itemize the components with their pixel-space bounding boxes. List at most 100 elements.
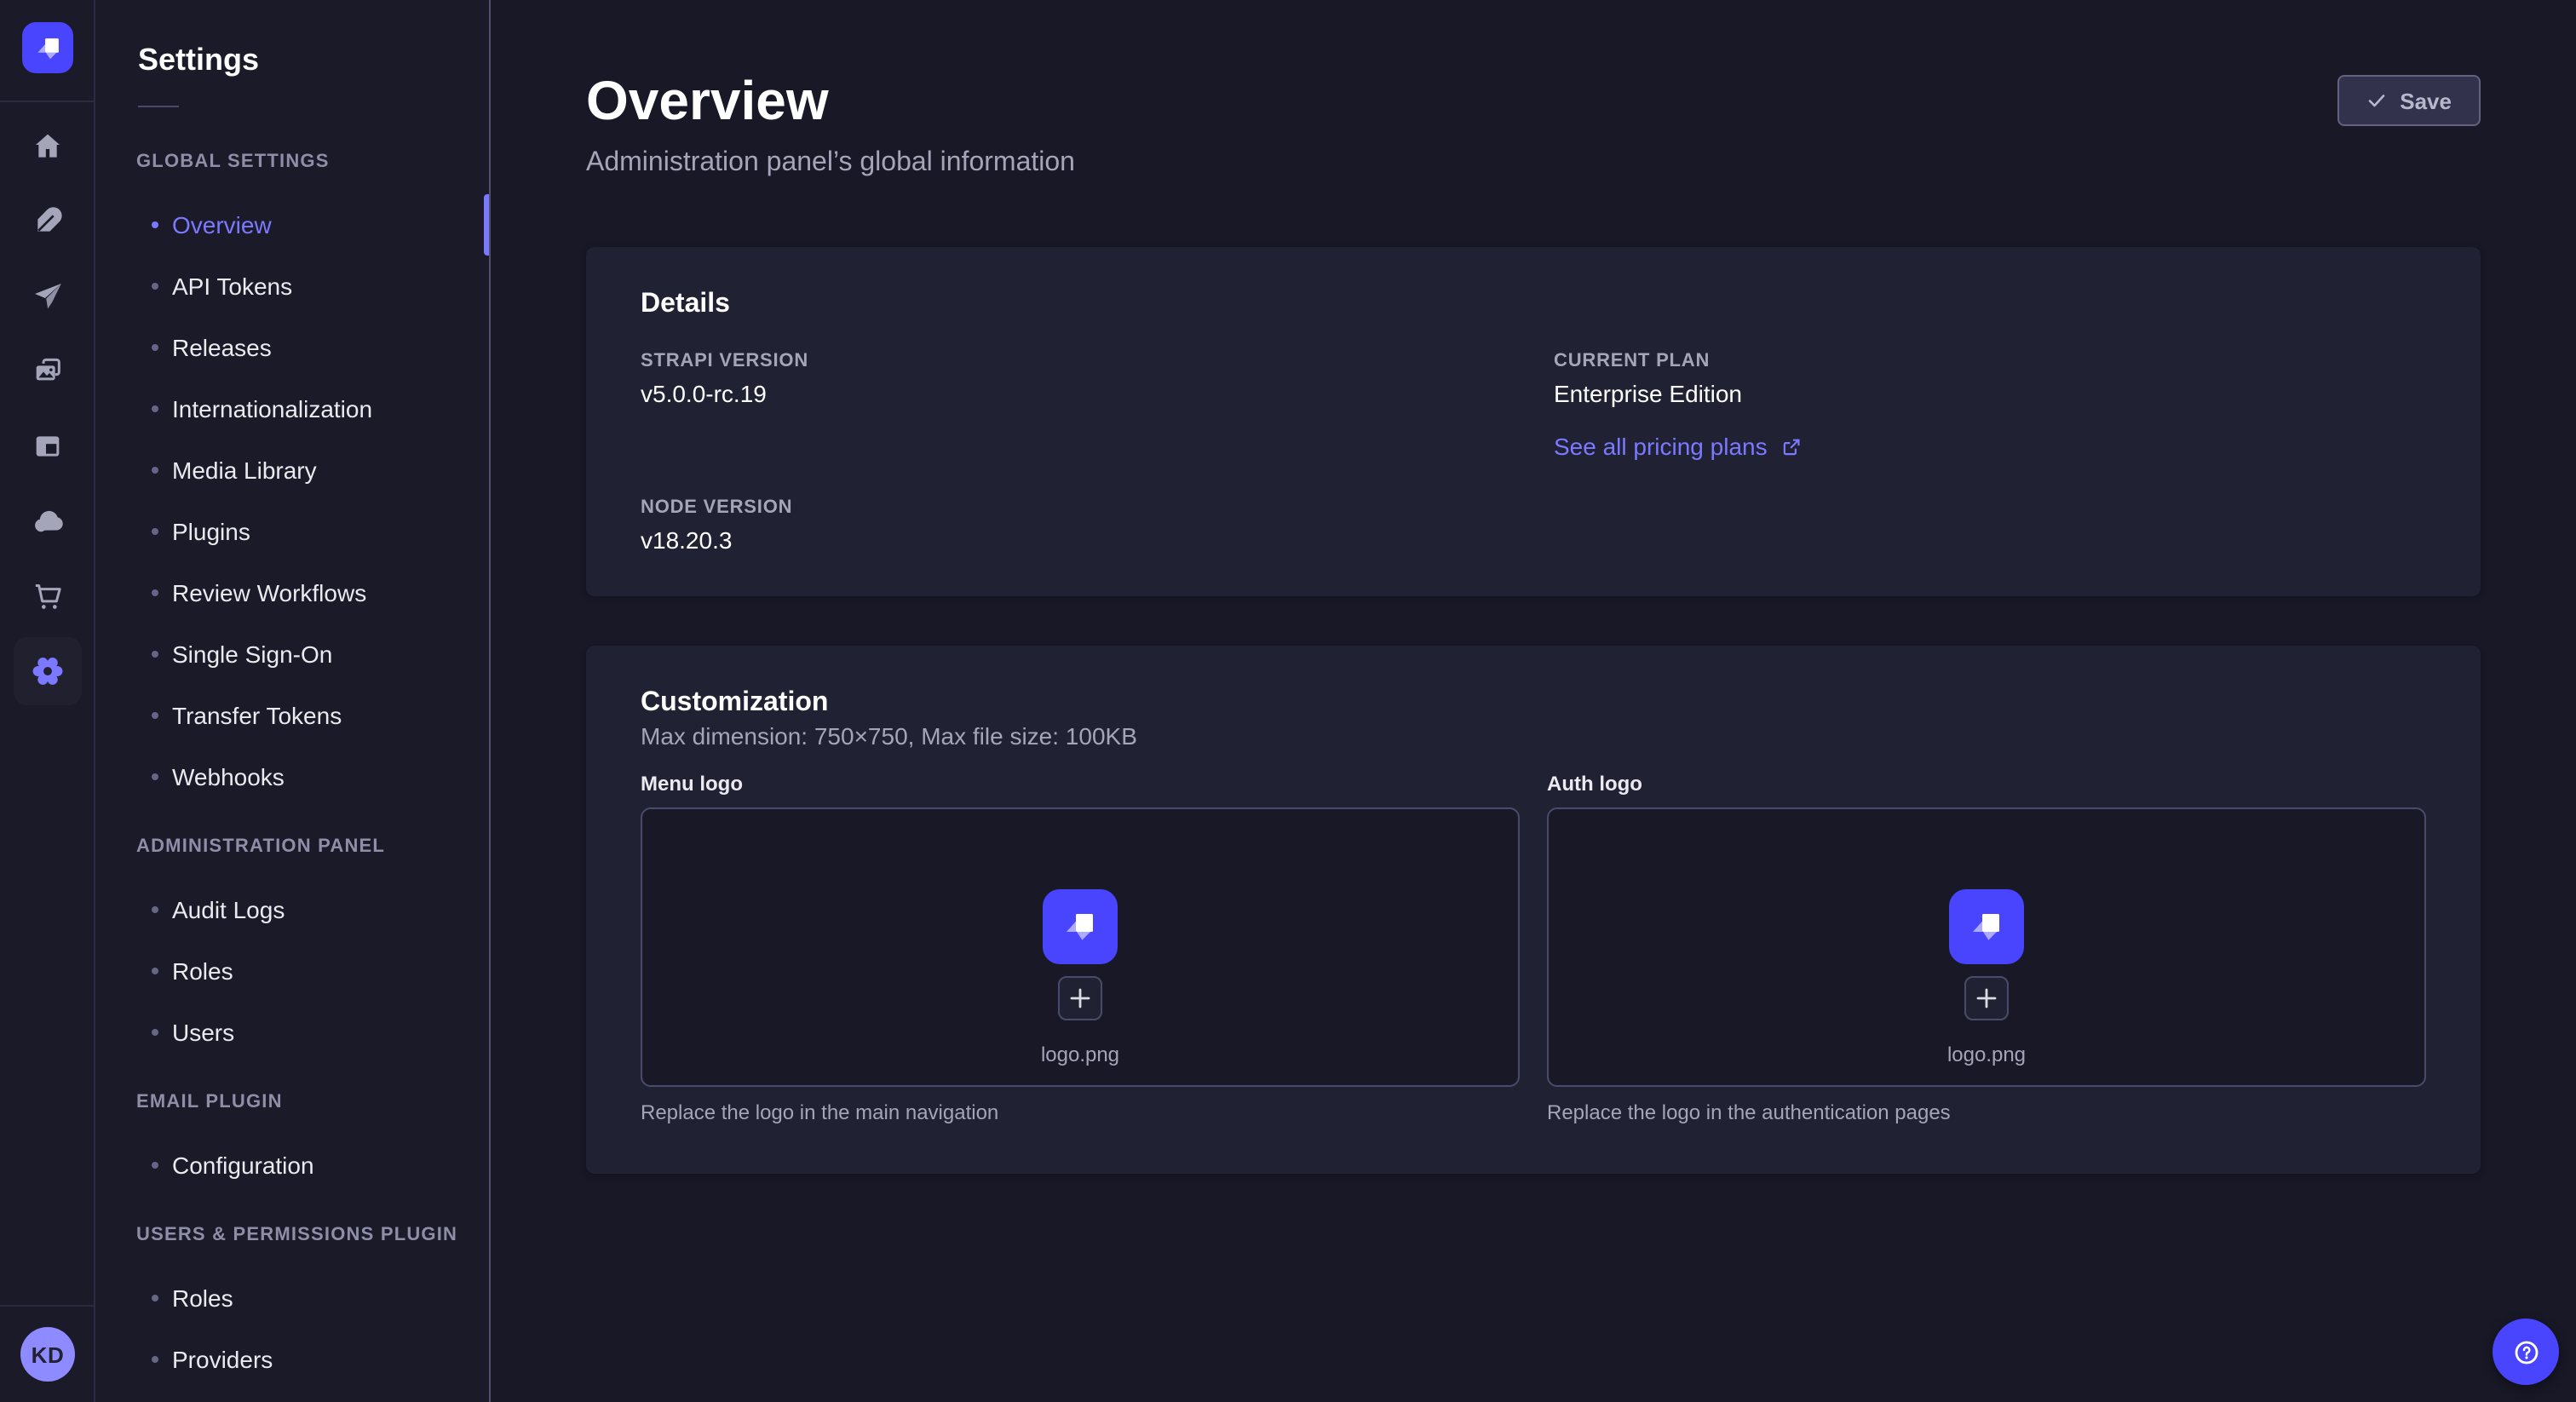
menu-logo-hint: Replace the logo in the main navigation [641,1100,1520,1126]
images-icon [31,354,65,388]
user-avatar[interactable]: KD [20,1327,75,1382]
main-nav-rail: KD [0,0,95,1402]
strapi-logo-icon [1060,906,1101,947]
sidebar-item-internationalization[interactable]: Internationalization [95,378,489,440]
auth-logo-filename: logo.png [1947,1043,2026,1068]
bullet-icon [152,968,158,974]
sidebar-item-api-tokens[interactable]: API Tokens [95,256,489,317]
bullet-icon [152,221,158,228]
sidebar-item-review-workflows[interactable]: Review Workflows [95,562,489,623]
current-plan-field: CURRENT PLAN Enterprise Edition [1554,351,2426,409]
check-icon [2366,90,2386,111]
bullet-icon [152,1295,158,1301]
external-link-icon [1781,436,1803,458]
layout-icon [31,429,65,463]
sidebar-item-email-configuration[interactable]: Configuration [95,1135,489,1196]
rail-divider [0,101,94,102]
section-global-settings: GLOBAL SETTINGS [136,152,489,174]
sidebar-item-webhooks[interactable]: Webhooks [95,746,489,807]
details-right-column: CURRENT PLAN Enterprise Edition See all … [1554,351,2426,555]
auth-logo-dropzone[interactable]: logo.png [1547,807,2426,1087]
bullet-icon [152,405,158,412]
auth-logo-upload: Auth logo logo.png Replace the logo in t… [1547,772,2426,1126]
nav-settings[interactable] [14,637,82,705]
sidebar-item-up-providers[interactable]: Providers [95,1329,489,1390]
main-content: Overview Administration panel’s global i… [491,0,2576,1402]
customization-card-title: Customization [641,687,2426,719]
cart-icon [31,579,65,613]
section-email-plugin: EMAIL PLUGIN [136,1092,489,1114]
sidebar-item-admin-roles[interactable]: Roles [95,940,489,1002]
menu-logo-filename: logo.png [1041,1043,1119,1068]
nav-marketplace[interactable] [14,562,82,630]
node-version-field: NODE VERSION v18.20.3 [641,497,1513,555]
gear-icon [29,652,66,690]
bullet-icon [152,283,158,290]
sidebar-item-media-library[interactable]: Media Library [95,440,489,501]
sidebar-item-releases[interactable]: Releases [95,317,489,378]
auth-logo-hint: Replace the logo in the authentication p… [1547,1100,2426,1126]
bullet-icon [152,344,158,351]
bullet-icon [152,773,158,780]
bullet-icon [152,1356,158,1363]
page-title: Overview [586,72,2481,129]
nav-cloud[interactable] [14,487,82,555]
bullet-icon [152,1162,158,1169]
section-administration-panel: ADMINISTRATION PANEL [136,836,489,859]
sidebar-item-overview[interactable]: Overview [95,194,489,256]
sidebar-item-plugins[interactable]: Plugins [95,501,489,562]
details-card: Details STRAPI VERSION v5.0.0-rc.19 NODE… [586,247,2481,596]
sidebar-item-admin-users[interactable]: Users [95,1002,489,1063]
menu-logo-add-button[interactable] [1058,976,1102,1020]
sidebar-item-up-roles[interactable]: Roles [95,1267,489,1329]
nav-content-type-builder[interactable] [14,187,82,256]
sidebar-item-transfer-tokens[interactable]: Transfer Tokens [95,685,489,746]
settings-subnav: Settings GLOBAL SETTINGS Overview API To… [95,0,491,1402]
auth-logo-add-button[interactable] [1964,976,2009,1020]
customization-card-subtitle: Max dimension: 750×750, Max file size: 1… [641,722,2426,751]
bullet-icon [152,1029,158,1036]
nav-content-manager[interactable] [14,412,82,480]
sidebar-item-single-sign-on[interactable]: Single Sign-On [95,623,489,685]
administration-panel-list: Audit Logs Roles Users [95,879,489,1063]
subnav-title-rule [138,106,179,107]
menu-logo-dropzone[interactable]: logo.png [641,807,1520,1087]
nav-media-library[interactable] [14,337,82,405]
bullet-icon [152,712,158,719]
paper-plane-icon [31,279,65,313]
help-button[interactable] [2493,1319,2559,1385]
subnav-title: Settings [138,41,489,78]
auth-logo-label: Auth logo [1547,772,2426,797]
bullet-icon [152,651,158,658]
strapi-admin-window: KD Settings GLOBAL SETTINGS Overview API… [0,0,2576,1402]
menu-logo-label: Menu logo [641,772,1520,797]
strapi-logo-icon [32,32,64,64]
email-plugin-list: Configuration [95,1135,489,1196]
menu-logo-upload: Menu logo logo.png Replace the logo in t… [641,772,1520,1126]
bullet-icon [152,589,158,596]
nav-home[interactable] [14,112,82,181]
plus-icon [1070,988,1090,1008]
page-subtitle: Administration panel’s global informatio… [586,147,2481,181]
strapi-logo[interactable] [22,22,73,73]
bullet-icon [152,467,158,474]
sidebar-item-audit-logs[interactable]: Audit Logs [95,879,489,940]
strapi-logo-icon [1966,906,2007,947]
plus-icon [1976,988,1997,1008]
pricing-plans-link[interactable]: See all pricing plans [1554,433,1803,462]
feather-icon [31,204,65,238]
save-button[interactable]: Save [2337,75,2481,126]
users-permissions-list: Roles Providers [95,1267,489,1390]
bullet-icon [152,906,158,913]
details-card-title: Details [641,288,2426,320]
cloud-icon [30,503,66,539]
customization-card: Customization Max dimension: 750×750, Ma… [586,646,2481,1174]
global-settings-list: Overview API Tokens Releases Internation… [95,194,489,807]
help-icon [2509,1335,2543,1369]
strapi-version-field: STRAPI VERSION v5.0.0-rc.19 [641,351,1513,409]
section-users-permissions-plugin: USERS & PERMISSIONS PLUGIN [136,1225,489,1247]
home-icon [31,129,65,164]
nav-releases[interactable] [14,262,82,330]
rail-bottom-divider [0,1305,94,1307]
bullet-icon [152,528,158,535]
